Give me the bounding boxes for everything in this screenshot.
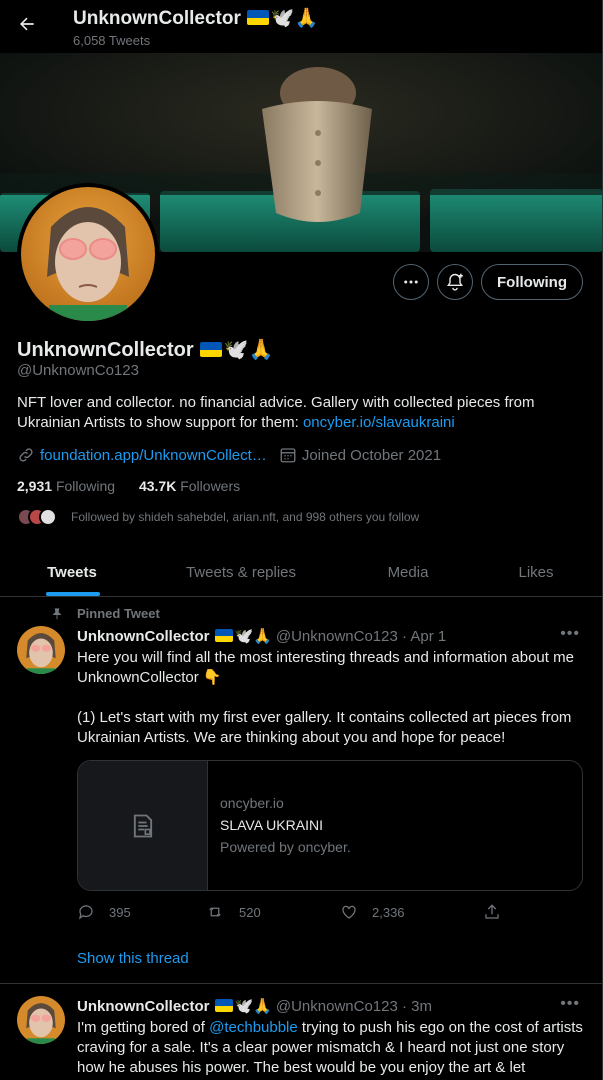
notifications-button[interactable] <box>437 264 473 300</box>
retweet-icon <box>209 907 221 917</box>
like-count: 2,336 <box>372 904 405 920</box>
tab-tweets[interactable]: Tweets <box>30 548 114 596</box>
active-tab-indicator <box>46 592 100 596</box>
tweet-author-name[interactable]: UnknownCollector <box>77 998 210 1015</box>
profile-handle: @UnknownCo123 <box>17 362 139 379</box>
tab-media[interactable]: Media <box>372 548 444 596</box>
dove-prayer-emoji: 🕊️🙏 <box>234 627 272 645</box>
profile-tabs: Tweets Tweets & replies Media Likes <box>0 548 602 597</box>
like-button[interactable]: 2,336 <box>340 903 405 921</box>
link-icon <box>19 448 33 462</box>
website-link[interactable]: foundation.app/UnknownCollect… <box>40 447 267 464</box>
tweet-header: UnknownCollector 🕊️🙏 @UnknownCo123 · Apr 1 <box>77 627 446 645</box>
share-button[interactable] <box>483 903 515 921</box>
followers-link[interactable]: 43.7K Followers <box>139 478 240 494</box>
avatar-image <box>17 996 65 1044</box>
followers-label: Followers <box>180 478 241 494</box>
notification-bell-icon <box>447 273 463 291</box>
link-card[interactable]: oncyber.io SLAVA UKRAINI Powered by oncy… <box>77 760 583 891</box>
tweet-text-before: I'm getting bored of <box>77 1019 210 1036</box>
profile-name: UnknownCollector 🕊️🙏 <box>17 337 273 362</box>
share-icon <box>485 904 499 919</box>
profile-bio: NFT lover and collector. no financial ad… <box>17 393 577 433</box>
profile-display-name: UnknownCollector <box>17 339 194 361</box>
retweet-button[interactable]: 520 <box>205 903 261 921</box>
tweet-text-intro: Here you will find all the most interest… <box>77 649 574 686</box>
tweet-count: 6,058 Tweets <box>73 33 151 48</box>
more-options-button[interactable] <box>393 264 429 300</box>
tab-likes[interactable]: Likes <box>505 548 567 596</box>
tweet-avatar[interactable] <box>17 626 65 674</box>
tweet-more-icon[interactable]: ••• <box>560 625 580 643</box>
reply-icon <box>79 905 93 920</box>
document-icon <box>133 814 152 837</box>
tweet-more-icon[interactable]: ••• <box>560 995 580 1013</box>
ukraine-flag-icon <box>246 10 269 25</box>
following-count: 2,931 <box>17 478 53 494</box>
bio-text: NFT lover and collector. no financial ad… <box>17 394 535 431</box>
top-bar: UnknownCollector 🕊️🙏 6,058 Tweets <box>0 0 602 53</box>
ukraine-flag-icon <box>214 999 233 1012</box>
mention-link[interactable]: @techbubble <box>209 1019 298 1036</box>
show-thread-link[interactable]: Show this thread <box>77 950 189 967</box>
top-bar-title: UnknownCollector 🕊️🙏 <box>73 6 318 30</box>
following-link[interactable]: 2,931 Following <box>17 478 115 494</box>
followed-by[interactable]: Followed by shideh sahebdel, arian.nft, … <box>17 508 419 526</box>
pinned-label: Pinned Tweet <box>77 606 160 621</box>
calendar-icon <box>280 448 296 463</box>
card-domain: oncyber.io <box>220 795 284 811</box>
profile-avatar[interactable] <box>17 183 159 325</box>
back-arrow-icon[interactable] <box>12 9 42 39</box>
retweet-count: 520 <box>239 904 261 920</box>
following-label: Following <box>55 478 116 494</box>
dove-prayer-emoji: 🕊️🙏 <box>234 997 272 1015</box>
tweet-header: UnknownCollector 🕊️🙏 @UnknownCo123 · 3m <box>77 997 432 1015</box>
dove-prayer-emoji: 🕊️🙏 <box>223 337 274 361</box>
ukraine-flag-icon <box>199 342 222 357</box>
pinned-label-row: Pinned Tweet <box>50 606 160 621</box>
reply-button[interactable]: 395 <box>77 903 131 921</box>
pin-icon <box>52 607 62 619</box>
card-title: SLAVA UKRAINI <box>220 817 323 833</box>
tweet-text: I'm getting bored of @techbubble trying … <box>77 1018 587 1078</box>
avatar-image <box>21 187 155 321</box>
reply-count: 395 <box>109 904 131 920</box>
bio-link[interactable]: oncyber.io/slavaukraini <box>303 414 455 431</box>
tweet-handle-time[interactable]: @UnknownCo123 · 3m <box>276 998 432 1015</box>
tab-tweets-replies[interactable]: Tweets & replies <box>170 548 312 596</box>
followers-count: 43.7K <box>138 478 177 494</box>
card-thumbnail <box>78 761 208 890</box>
profile-page: UnknownCollector 🕊️🙏 6,058 Tweets Follow… <box>0 0 603 1080</box>
tweet-author-name[interactable]: UnknownCollector <box>77 628 210 645</box>
card-description: Powered by oncyber. <box>220 839 351 855</box>
tweet-handle-time[interactable]: @UnknownCo123 · Apr 1 <box>276 628 446 645</box>
following-button[interactable]: Following <box>481 264 583 300</box>
follower-avatar <box>39 508 57 526</box>
profile-meta: foundation.app/UnknownCollect… Joined Oc… <box>17 446 441 464</box>
top-bar-name: UnknownCollector <box>73 8 241 29</box>
follow-stats: 2,931 Following 43.7K Followers <box>17 478 240 494</box>
tweet-divider <box>0 983 602 984</box>
more-icon <box>404 280 418 284</box>
heart-icon <box>342 905 356 919</box>
followed-by-text: Followed by shideh sahebdel, arian.nft, … <box>71 510 420 524</box>
ukraine-flag-icon <box>214 629 233 642</box>
tweet-avatar[interactable] <box>17 996 65 1044</box>
avatar-image <box>17 626 65 674</box>
joined-date: Joined October 2021 <box>301 446 442 464</box>
dove-prayer-emoji: 🕊️🙏 <box>270 7 319 29</box>
tweet-text-body: (1) Let's start with my first ever galle… <box>77 709 572 746</box>
